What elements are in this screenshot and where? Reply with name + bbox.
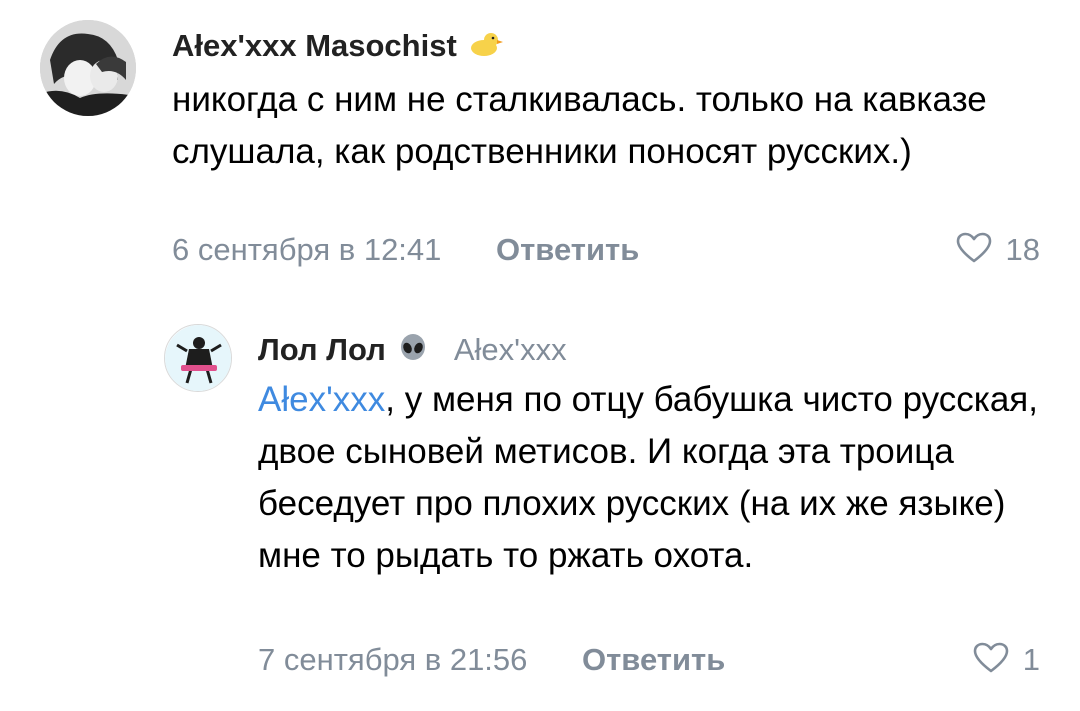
mention-link[interactable]: Ałex'xxx xyxy=(258,380,385,419)
comment-date[interactable]: 6 сентября в 12:41 xyxy=(172,228,441,272)
reply-to-name[interactable]: Ałex'xxx xyxy=(454,332,567,368)
avatar-photo-icon xyxy=(40,20,136,116)
like-button[interactable]: 18 xyxy=(956,228,1040,272)
comment: Ałex'xxx Masochist никогда с ним не стал… xyxy=(0,0,1080,290)
heart-icon xyxy=(973,642,1009,679)
like-count: 18 xyxy=(1005,232,1040,267)
author-name[interactable]: Лол Лол xyxy=(258,332,386,368)
reply-button[interactable]: Ответить xyxy=(582,638,725,682)
reply-button[interactable]: Ответить xyxy=(496,228,639,272)
comment-date[interactable]: 7 сентября в 21:56 xyxy=(258,638,527,682)
comment-text: никогда с ним не сталкивалась. только на… xyxy=(172,80,987,171)
reply-comment: Лол Лол Ałex'xxx Ałex'xxx, у меня по отц… xyxy=(0,300,1080,700)
avatar-photo-icon xyxy=(165,325,231,391)
comment-text: Ałex'xxx, у меня по отцу бабушка чисто р… xyxy=(258,374,1038,582)
avatar[interactable] xyxy=(40,20,136,116)
comment-header: Лол Лол Ałex'xxx xyxy=(258,328,567,372)
like-count: 1 xyxy=(1022,642,1040,677)
duck-emoji-icon xyxy=(469,30,503,63)
heart-icon xyxy=(956,232,992,269)
comment-meta: 6 сентября в 12:41 Ответить 18 xyxy=(172,228,1040,272)
avatar[interactable] xyxy=(164,324,232,392)
author-name[interactable]: Ałex'xxx Masochist xyxy=(172,28,457,64)
comment-meta: 7 сентября в 21:56 Ответить 1 xyxy=(258,638,1040,682)
alien-emoji-icon xyxy=(398,333,428,368)
comment-header: Ałex'xxx Masochist xyxy=(172,24,503,68)
like-button[interactable]: 1 xyxy=(973,638,1040,682)
